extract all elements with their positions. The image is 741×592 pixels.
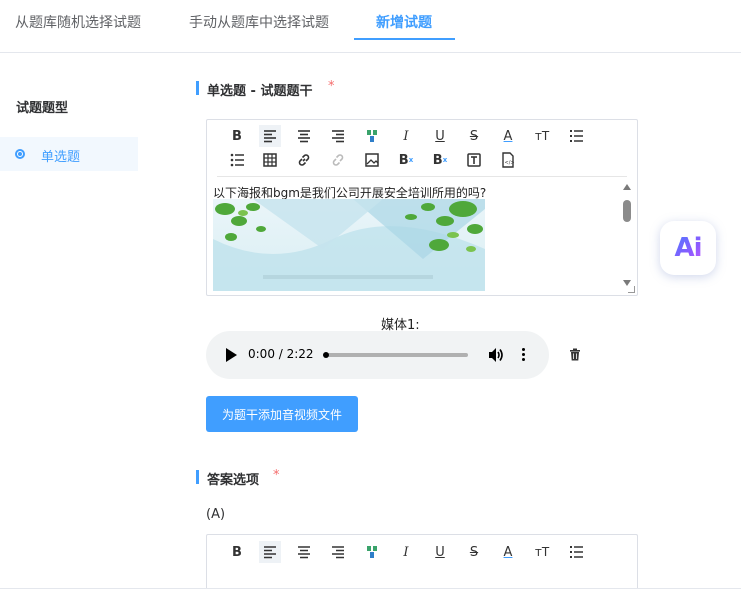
text-box-icon[interactable] bbox=[463, 149, 485, 171]
volume-icon[interactable] bbox=[487, 346, 505, 364]
option-a-rich-editor[interactable]: B I U S A тT bbox=[206, 534, 638, 592]
underline-icon[interactable]: U bbox=[429, 125, 451, 147]
scroll-thumb[interactable] bbox=[623, 200, 631, 222]
question-type-title: 试题题型 bbox=[16, 101, 69, 116]
svg-text:</>: </> bbox=[505, 160, 515, 166]
font-size-icon[interactable]: тT bbox=[531, 125, 553, 147]
superscript-icon[interactable]: Bx bbox=[395, 149, 417, 171]
editor-toolbar-row-1: B I U S A тT bbox=[213, 125, 633, 149]
underline-icon[interactable]: U bbox=[429, 541, 451, 563]
italic-icon[interactable]: I bbox=[395, 125, 417, 147]
audio-time: 0:00 / 2:22 bbox=[248, 347, 314, 361]
bottom-divider bbox=[0, 588, 741, 592]
tab-random-select[interactable]: 从题库随机选择试题 bbox=[15, 12, 141, 32]
embedded-poster-image bbox=[213, 199, 485, 291]
italic-icon[interactable]: I bbox=[395, 541, 417, 563]
tab-manual-select[interactable]: 手动从题库中选择试题 bbox=[189, 12, 329, 32]
font-color-icon[interactable]: A bbox=[497, 541, 519, 563]
audio-player[interactable]: 0:00 / 2:22 bbox=[206, 331, 549, 379]
align-right-icon[interactable] bbox=[327, 125, 349, 147]
table-icon[interactable] bbox=[259, 149, 281, 171]
delete-media-icon[interactable] bbox=[569, 348, 581, 361]
required-mark: * bbox=[273, 468, 280, 483]
radio-selected-icon bbox=[15, 149, 25, 159]
strikethrough-icon[interactable]: S bbox=[463, 541, 485, 563]
audio-progress-bar[interactable] bbox=[323, 352, 468, 358]
unlink-icon[interactable] bbox=[327, 149, 349, 171]
editor-toolbar-row-1: B I U S A тT bbox=[213, 541, 633, 565]
font-size-icon[interactable]: тT bbox=[531, 541, 553, 563]
link-icon[interactable] bbox=[293, 149, 315, 171]
format-brush-icon[interactable] bbox=[361, 125, 383, 147]
image-icon[interactable] bbox=[361, 149, 383, 171]
ordered-list-icon[interactable] bbox=[565, 541, 587, 563]
active-tab-indicator bbox=[354, 38, 455, 40]
top-tabs: 从题库随机选择试题 手动从题库中选择试题 新增试题 bbox=[0, 0, 741, 53]
align-left-icon[interactable] bbox=[259, 125, 281, 147]
ordered-list-icon[interactable] bbox=[565, 125, 587, 147]
required-mark: * bbox=[328, 79, 335, 94]
scroll-up-icon[interactable] bbox=[623, 184, 631, 190]
bold-icon[interactable]: B bbox=[226, 125, 248, 147]
ai-assistant-button[interactable]: Ai bbox=[660, 221, 716, 275]
bold-icon[interactable]: B bbox=[226, 541, 248, 563]
answers-header-label: 答案选项 bbox=[207, 473, 260, 488]
sidebar-item-label: 单选题 bbox=[41, 150, 81, 165]
option-a-label: (A) bbox=[206, 507, 226, 522]
toolbar-divider bbox=[217, 176, 627, 177]
stem-rich-editor[interactable]: B I U S A тT B x B x </> 以下海报和bgm是我们公司开展… bbox=[206, 119, 638, 296]
editor-scrollbar[interactable] bbox=[622, 184, 632, 288]
align-center-icon[interactable] bbox=[293, 541, 315, 563]
play-icon[interactable] bbox=[226, 348, 237, 362]
source-code-icon[interactable]: </> bbox=[497, 149, 519, 171]
section-accent-bar bbox=[196, 470, 199, 484]
align-center-icon[interactable] bbox=[293, 125, 315, 147]
strikethrough-icon[interactable]: S bbox=[463, 125, 485, 147]
align-left-icon[interactable] bbox=[259, 541, 281, 563]
format-brush-icon[interactable] bbox=[361, 541, 383, 563]
add-media-button[interactable]: 为题干添加音视频文件 bbox=[206, 396, 358, 432]
align-right-icon[interactable] bbox=[327, 541, 349, 563]
sidebar-item-single-choice[interactable]: 单选题 bbox=[0, 137, 138, 171]
subscript-icon[interactable]: Bx bbox=[429, 149, 451, 171]
editor-toolbar-row-2: Bx Bx </> bbox=[213, 149, 633, 173]
stem-header-label: 单选题 - 试题题干 bbox=[207, 84, 313, 99]
tab-add-question[interactable]: 新增试题 bbox=[376, 12, 432, 32]
resize-handle-icon[interactable] bbox=[628, 286, 635, 293]
section-accent-bar bbox=[196, 81, 199, 95]
unordered-list-icon[interactable] bbox=[226, 149, 248, 171]
audio-progress-knob[interactable] bbox=[323, 352, 329, 358]
ai-assistant-label: Ai bbox=[674, 233, 702, 263]
font-color-icon[interactable]: A bbox=[497, 125, 519, 147]
more-options-icon[interactable] bbox=[522, 346, 526, 364]
